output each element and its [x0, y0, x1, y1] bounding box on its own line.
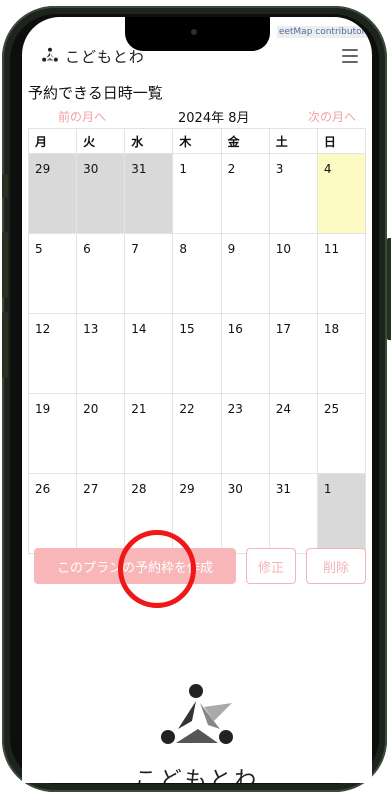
weekday-thu: 木	[172, 128, 222, 154]
calendar-week: 12 13 14 15 16 17 18	[27, 313, 367, 394]
calendar-day-cell[interactable]: 1	[316, 473, 367, 554]
footer-logo-icon	[161, 684, 233, 744]
camera-icon	[191, 29, 197, 35]
calendar-day-cell[interactable]: 10	[268, 233, 318, 314]
calendar-day-cell[interactable]: 8	[172, 233, 222, 314]
footer-brand-text: こどもとわ	[134, 768, 260, 783]
volume-down-button	[2, 312, 8, 378]
month-navigation: 前の月へ 2024年 8月 次の月へ	[28, 108, 368, 126]
map-attribution[interactable]: eetMap contributors	[276, 26, 372, 38]
current-month-label: 2024年 8月	[178, 111, 250, 126]
calendar-day-cell[interactable]: 25	[316, 393, 367, 474]
weekday-header-row: 月 火 水 木 金 土 日	[27, 128, 367, 154]
calendar-day-cell[interactable]: 14	[124, 313, 174, 394]
calendar-day-cell[interactable]: 18	[316, 313, 367, 394]
calendar-day-cell[interactable]: 31	[268, 473, 318, 554]
calendar-day-cell[interactable]: 9	[220, 233, 270, 314]
logo-text: こどもとわ	[65, 47, 145, 66]
edit-button[interactable]: 修正	[246, 548, 296, 584]
calendar-day-cell[interactable]: 29	[27, 153, 78, 234]
hamburger-menu-icon[interactable]	[342, 49, 358, 63]
calendar-day-cell[interactable]: 27	[76, 473, 126, 554]
calendar-week: 26 27 28 29 30 31 1	[27, 473, 367, 554]
calendar-day-cell[interactable]: 3	[268, 153, 318, 234]
calendar-week: 19 20 21 22 23 24 25	[27, 393, 367, 474]
weekday-wed: 水	[124, 128, 174, 154]
calendar-day-cell[interactable]: 21	[124, 393, 174, 474]
calendar-day-cell[interactable]: 31	[124, 153, 174, 234]
calendar-day-cell[interactable]: 20	[76, 393, 126, 474]
calendar-day-cell[interactable]: 2	[220, 153, 270, 234]
weekday-sun: 日	[316, 128, 367, 154]
mute-switch	[2, 174, 8, 198]
calendar-day-cell[interactable]: 11	[316, 233, 367, 314]
power-button	[387, 238, 391, 340]
plan-actions: このプランの予約枠を作成 修正 削除	[34, 548, 366, 584]
app-screen: eetMap contributors こどもとわ 予約できる日時一覧 前の月へ…	[22, 17, 372, 783]
calendar-day-cell[interactable]: 7	[124, 233, 174, 314]
notch	[125, 17, 270, 51]
weekday-tue: 火	[76, 128, 126, 154]
calendar-day-cell[interactable]: 19	[27, 393, 78, 474]
prev-month-link[interactable]: 前の月へ	[58, 108, 106, 125]
calendar-grid: 月 火 水 木 金 土 日 29 30 31 1 2 3 4 5 6 7 8 9…	[27, 128, 367, 554]
calendar-day-cell[interactable]: 6	[76, 233, 126, 314]
calendar-day-cell[interactable]: 30	[76, 153, 126, 234]
calendar-day-cell[interactable]: 22	[172, 393, 222, 474]
calendar-day-cell[interactable]: 13	[76, 313, 126, 394]
calendar-week: 5 6 7 8 9 10 11	[27, 233, 367, 314]
calendar-day-cell[interactable]: 17	[268, 313, 318, 394]
calendar-day-cell[interactable]: 26	[27, 473, 78, 554]
delete-button[interactable]: 削除	[306, 548, 366, 584]
calendar-week: 29 30 31 1 2 3 4	[27, 153, 367, 234]
volume-up-button	[2, 232, 8, 298]
calendar-day-cell[interactable]: 12	[27, 313, 78, 394]
logo-icon	[42, 47, 58, 62]
calendar-day-cell[interactable]: 15	[172, 313, 222, 394]
highlight-circle-annotation	[118, 530, 196, 608]
calendar-day-cell[interactable]: 23	[220, 393, 270, 474]
calendar-day-cell-today[interactable]: 4	[316, 153, 367, 234]
page-title: 予約できる日時一覧	[28, 84, 163, 102]
weekday-fri: 金	[220, 128, 270, 154]
weekday-mon: 月	[27, 128, 78, 154]
calendar-day-cell[interactable]: 16	[220, 313, 270, 394]
calendar-day-cell[interactable]: 30	[220, 473, 270, 554]
calendar-day-cell[interactable]: 1	[172, 153, 222, 234]
calendar-day-cell[interactable]: 5	[27, 233, 78, 314]
brand-logo[interactable]: こどもとわ	[41, 45, 145, 67]
next-month-link[interactable]: 次の月へ	[308, 108, 356, 125]
weekday-sat: 土	[268, 128, 318, 154]
calendar-day-cell[interactable]: 24	[268, 393, 318, 474]
